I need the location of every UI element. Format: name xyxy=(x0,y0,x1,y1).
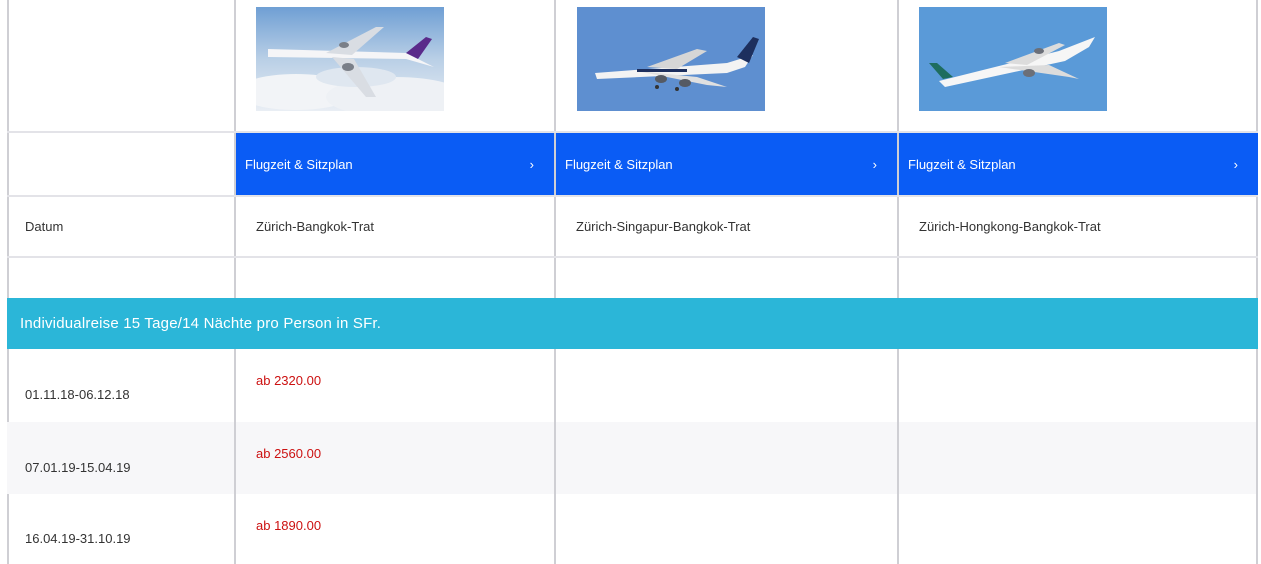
route-label: Zürich-Singapur-Bangkok-Trat xyxy=(576,219,751,234)
image-cell xyxy=(236,0,554,131)
flight-time-seatplan-button[interactable]: Flugzeit & Sitzplan › xyxy=(236,133,554,195)
price-cell: ab 2320.00 xyxy=(236,349,554,422)
table-row: 16.04.19-31.10.19 ab 1890.00 xyxy=(7,494,1258,564)
airplane-thai-image xyxy=(256,7,444,111)
price-value: ab 2560.00 xyxy=(256,446,322,461)
chevron-right-icon: › xyxy=(872,156,877,172)
airplane-cathay-image xyxy=(919,7,1107,111)
image-cell xyxy=(556,0,897,131)
price-cell xyxy=(556,494,897,564)
grid-line xyxy=(554,349,556,564)
image-cell xyxy=(899,0,1258,131)
table-row: 01.11.18-06.12.18 ab 2320.00 xyxy=(7,349,1258,422)
price-cell xyxy=(556,349,897,422)
table-row: 07.01.19-15.04.19 ab 2560.00 xyxy=(7,422,1258,494)
button-label: Flugzeit & Sitzplan xyxy=(245,156,353,172)
flight-time-seatplan-button[interactable]: Flugzeit & Sitzplan › xyxy=(899,133,1258,195)
row-divider xyxy=(7,256,1258,258)
date-range: 07.01.19-15.04.19 xyxy=(25,459,131,475)
price-cell xyxy=(899,349,1258,422)
date-range: 01.11.18-06.12.18 xyxy=(25,387,130,402)
price-value: ab 1890.00 xyxy=(256,518,322,533)
route-row-label: Datum xyxy=(25,219,64,234)
grid-line xyxy=(234,349,236,564)
section-header: Individualreise 15 Tage/14 Nächte pro Pe… xyxy=(7,298,1258,349)
empty-cell xyxy=(7,0,234,131)
price-cell xyxy=(899,494,1258,564)
price-cell xyxy=(556,422,897,494)
image-row xyxy=(7,0,1258,131)
route-label: Zürich-Bangkok-Trat xyxy=(256,219,374,234)
route-row: Datum Zürich-Bangkok-Trat Zürich-Singapu… xyxy=(7,197,1258,256)
price-cell: ab 2560.00 xyxy=(236,422,554,494)
grid-line xyxy=(1256,349,1258,564)
price-cell xyxy=(899,422,1258,494)
price-value: ab 2320.00 xyxy=(256,373,322,388)
button-label: Flugzeit & Sitzplan xyxy=(565,156,673,172)
chevron-right-icon: › xyxy=(1233,156,1238,172)
section-title: Individualreise 15 Tage/14 Nächte pro Pe… xyxy=(20,315,382,332)
flight-time-seatplan-button[interactable]: Flugzeit & Sitzplan › xyxy=(556,133,897,195)
grid-line xyxy=(897,349,899,564)
empty-cell xyxy=(7,133,234,195)
button-row: Flugzeit & Sitzplan › Flugzeit & Sitzpla… xyxy=(7,133,1258,195)
button-label: Flugzeit & Sitzplan xyxy=(908,156,1016,172)
airplane-singapore-a380-image xyxy=(577,7,765,111)
chevron-right-icon: › xyxy=(529,156,534,172)
price-cell: ab 1890.00 xyxy=(236,494,554,564)
route-label: Zürich-Hongkong-Bangkok-Trat xyxy=(919,219,1101,234)
date-range: 16.04.19-31.10.19 xyxy=(25,530,131,546)
